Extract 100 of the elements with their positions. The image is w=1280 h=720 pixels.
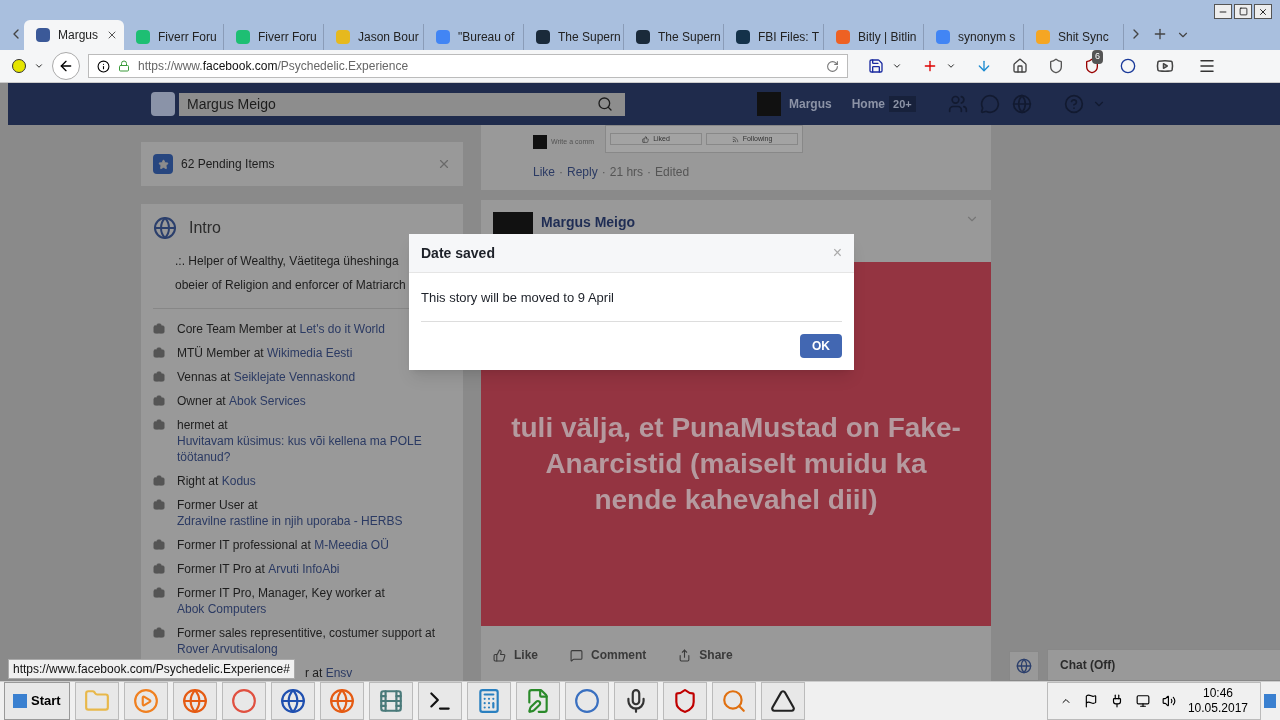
download-icon[interactable] [976,58,992,74]
taskbar-app[interactable] [270,682,315,720]
play-icon [132,688,159,714]
post-action[interactable]: Like [493,646,538,664]
workplace-link[interactable]: Zdravilne rastline in njih uporaba - HERBS [177,513,403,529]
globe-icon [1016,658,1032,674]
workplace-link[interactable]: Abok Services [229,393,306,409]
work-entry: r at Ensv [305,665,353,681]
post-author[interactable]: Margus Meigo [541,212,636,233]
maximize-button[interactable] [1234,4,1252,19]
work-entry: Owner at Abok Services [177,393,306,409]
dropdown-icon[interactable] [946,61,956,71]
post-action[interactable]: Share [678,646,733,664]
back-button[interactable] [52,52,80,80]
tab-title: FBI Files: T [758,29,820,46]
home-icon[interactable] [1012,58,1028,74]
pending-label[interactable]: 62 Pending Items [181,155,275,173]
work-entry: Former IT professional at M-Meedia OÜ [177,537,389,553]
workplace-link[interactable]: Kodus [221,473,256,489]
search-field[interactable]: Margus Meigo [179,92,625,116]
separator-dot: · [559,164,563,181]
new-tab-icon[interactable] [1152,26,1168,42]
bio-line: .:. Helper of Wealthy, Väetitega üheshinga [175,254,399,268]
comment-action-link[interactable]: Like [533,163,555,181]
taskbar-app[interactable] [760,682,805,720]
briefcase-icon [153,419,165,431]
browser-tab[interactable]: Margus [24,20,124,50]
magnifier-icon [720,688,747,714]
thumbs-up-icon [493,648,506,662]
workplace-link[interactable]: M-Meedia OÜ [314,537,389,553]
volume-icon[interactable] [1161,694,1176,708]
workplace-link[interactable]: Rover Arvutisalong [177,641,278,657]
triangle-icon [769,688,796,714]
workplace-link[interactable]: Seiklejate Vennaskond [233,369,356,385]
first-aid-icon[interactable] [922,58,938,74]
start-button[interactable]: Start [4,682,70,720]
clock-date: 10.05.2017 [1187,701,1248,716]
work-entry: Former User at Zdravilne rastline in njih uporaba - HERBS [177,497,404,529]
status-url: https://www.facebook.com/Psychedelic.Experience# [8,659,295,679]
circle-icon[interactable] [1120,58,1136,74]
extension-badge: 6 [1092,50,1103,64]
globe-icon [279,688,306,714]
tab-title: synonym s [958,29,1016,46]
url-text: https://www.facebook.com/Psychedelic.Experience [138,58,409,75]
close-icon [1258,6,1268,17]
video-icon[interactable] [1156,57,1174,75]
share-arrow-icon [678,648,692,662]
speech-bubble-icon [570,648,583,662]
feed-icon [731,135,739,143]
separator-dot: · [647,164,652,181]
ok-button[interactable]: OK [800,334,842,358]
close-button[interactable] [1254,4,1272,19]
briefcase-icon [153,627,165,639]
info-icon[interactable] [97,59,110,73]
post-text: tuli välja, et PunaMustad on Fake-Anarcistid (maiselt muidu ka nende kahevahel diil) [510,411,962,517]
work-entry: Right at Kodus [177,473,256,489]
taskbar-app[interactable] [417,682,462,720]
workplace-link[interactable]: Abok Computers [177,601,267,617]
separator-dot: · [601,164,606,181]
briefcase-icon [153,539,165,551]
globe-button[interactable] [1009,651,1039,681]
profile-link[interactable]: Margus [789,95,832,113]
work-entry: MTÜ Member at Wikimedia Eesti [177,345,353,361]
briefcase-icon [153,395,165,407]
menu-icon[interactable] [1198,57,1216,75]
globe-icon [181,688,208,714]
workplace-link[interactable]: Arvuti InfoAbi [268,561,340,577]
tab-title: Jason Bour [358,29,419,46]
close-tab-icon[interactable] [106,29,118,41]
maximize-icon [1238,7,1248,16]
chat-bar[interactable]: Chat (Off) [1047,649,1280,681]
tab-title: The Supern [658,29,721,46]
workplace-link[interactable]: Huvitavam küsimus: kus või kellena ma POLE töötanud? [177,433,451,465]
edited-label: Edited [655,164,690,181]
reload-icon[interactable] [826,59,839,73]
briefcase-icon [153,371,165,383]
home-link[interactable]: Home [851,95,886,113]
workplace-link[interactable]: Let's do it World [299,321,385,337]
globe-icon [328,688,355,714]
minimize-button[interactable] [1214,4,1232,19]
shield-icon[interactable] [1084,58,1100,74]
workplace-link[interactable]: Ensv [325,665,353,681]
briefcase-icon [153,563,165,575]
workplace-link[interactable]: Wikimedia Eesti [267,345,353,361]
flag-icon[interactable] [1083,694,1098,708]
taskbar-app[interactable] [613,682,658,720]
globe-icon [153,216,177,240]
search-icon[interactable] [597,96,613,112]
chat-label: Chat (Off) [1060,657,1116,674]
dropdown-icon[interactable] [34,61,44,71]
m-badge-icon[interactable] [12,59,26,73]
tab-title: The Supern [558,29,621,46]
post-action[interactable]: Comment [570,646,647,664]
dropdown-icon[interactable] [892,61,902,71]
comment-action-link[interactable]: Reply [567,163,598,181]
save-icon[interactable] [868,58,884,74]
network-icon[interactable] [1135,694,1150,708]
work-entry: hermet at Huvitavam küsimus: kus või kellena ma POLE töötanud? [177,417,451,465]
windows-logo-icon [13,694,27,708]
address-bar[interactable]: https://www.facebook.com/Psychedelic.Experience [88,54,848,78]
